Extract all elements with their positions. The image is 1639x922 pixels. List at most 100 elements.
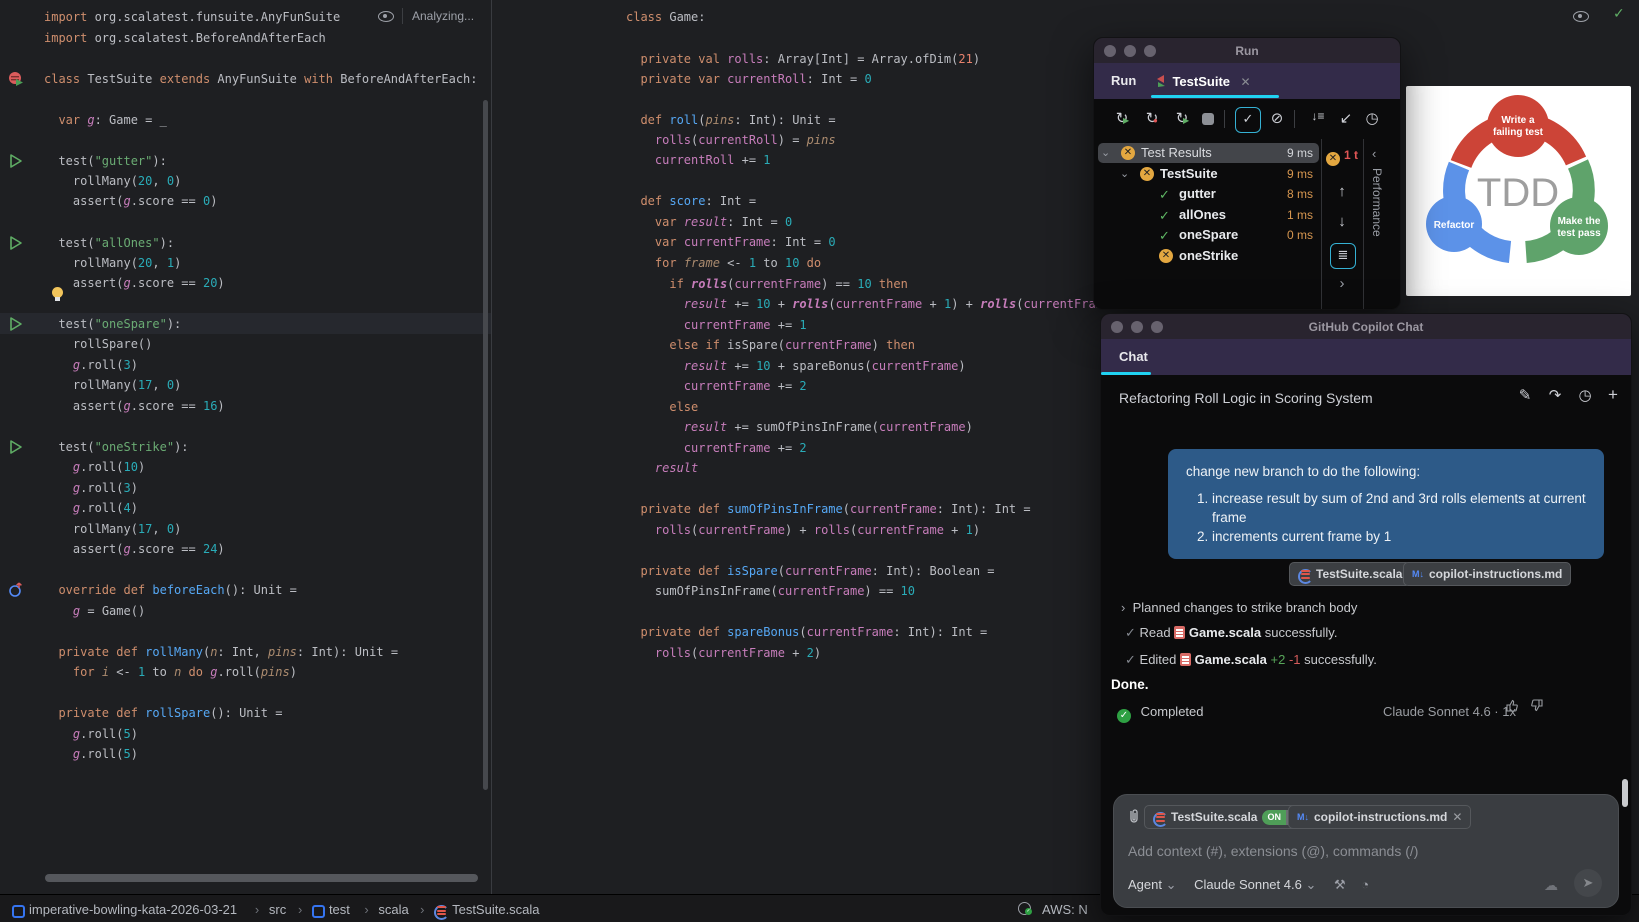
module-icon — [311, 905, 325, 918]
tab-chat[interactable]: Chat — [1119, 349, 1148, 364]
collapse-chevron-icon[interactable]: ⌄ — [1101, 146, 1110, 159]
close-tab-icon[interactable]: ✕ — [1240, 75, 1250, 89]
test-tree-row-test-results[interactable]: ⌄ ✕ Test Results 9 ms — [1094, 143, 1321, 165]
scala-file-red-icon — [1180, 653, 1191, 666]
performance-strip[interactable]: Performance — [1370, 168, 1384, 237]
breadcrumb-item-test[interactable]: test — [329, 902, 350, 917]
code-line: rolls(currentFrame) + rolls(currentFrame… — [654, 523, 981, 537]
new-chat-plus-icon[interactable]: + — [1601, 385, 1625, 405]
thumbs-down-icon[interactable] — [1525, 698, 1549, 716]
intention-bulb-icon[interactable] — [52, 287, 63, 301]
run-class-icon[interactable] — [8, 71, 24, 87]
collapse-strip-icon[interactable]: ‹ — [1372, 146, 1376, 161]
breadcrumb-item-scala[interactable]: scala — [378, 902, 408, 917]
reader-mode-eye-icon[interactable] — [1573, 11, 1589, 22]
override-method-icon[interactable] — [8, 582, 24, 598]
chevron-down-icon: ⌄ — [1165, 877, 1177, 892]
context-chip-copilot-instructions.md[interactable]: M↓ copilot-instructions.md — [1403, 562, 1572, 586]
show-passed-toggle-icon[interactable]: ✓ — [1235, 107, 1261, 133]
chat-scrollbar[interactable] — [1622, 779, 1628, 807]
vertical-scrollbar[interactable] — [483, 100, 488, 790]
inspections-ok-icon[interactable]: ✓ — [1613, 5, 1625, 22]
chat-input-panel[interactable]: TestSuite.scala ON M↓ copilot-instructions.… — [1113, 794, 1619, 908]
agent-step-edited[interactable]: ✓ Edited Game.scala +2 -1 successfully. — [1125, 651, 1377, 668]
send-button[interactable]: ➤ — [1574, 869, 1602, 897]
test-name: allOnes — [1179, 206, 1226, 222]
chat-input[interactable]: Add context (#), extensions (@), command… — [1128, 843, 1418, 859]
test-duration: 9 ms — [1286, 166, 1313, 181]
code-line: currentFrame += 1 — [683, 318, 807, 332]
code-line: assert(g.score == 16) — [44, 399, 225, 413]
scala-file-icon — [434, 904, 450, 920]
tools-icon[interactable]: ⚒ — [1334, 877, 1346, 892]
context-chip-TestSuite.scala[interactable]: TestSuite.scala ON — [1144, 805, 1307, 829]
code-line: private def rollMany(n: Int, pins: Int):… — [58, 645, 399, 659]
code-line: result += sumOfPinsInFrame(currentFrame) — [683, 420, 973, 434]
test-tree-row-onespare[interactable]: ✓ oneSpare 0 ms — [1094, 227, 1321, 247]
test-tree-row-allones[interactable]: ✓ allOnes 1 ms — [1094, 207, 1321, 227]
tdd-diagram-image: Write a failing test Make the test pass … — [1406, 86, 1631, 296]
chip-close-icon[interactable]: ✕ — [1452, 810, 1462, 824]
quill-edit-icon[interactable]: ✎ — [1513, 386, 1537, 404]
test-tree-row-gutter[interactable]: ✓ gutter 8 ms — [1094, 186, 1321, 206]
run-test-icon[interactable] — [8, 316, 24, 332]
toggle-auto-test-icon[interactable]: ↻ ▶ — [1170, 109, 1194, 127]
next-failed-icon[interactable]: ↓ — [1330, 213, 1354, 230]
analysis-status: Analyzing... — [412, 9, 475, 23]
run-test-icon[interactable] — [8, 153, 24, 169]
test-name: oneStrike — [1179, 248, 1239, 263]
code-line: test("oneStrike"): — [44, 440, 189, 454]
chat-window-titlebar[interactable]: GitHub Copilot Chat — [1101, 314, 1631, 339]
horizontal-scrollbar[interactable] — [45, 874, 478, 882]
sort-tests-icon[interactable]: ↓≡ — [1306, 109, 1330, 123]
share-redo-icon[interactable]: ↷ — [1543, 386, 1567, 404]
breadcrumb-item-imperative-bowling-kata-2026-03-21[interactable]: imperative-bowling-kata-2026-03-21 — [29, 902, 237, 917]
collapse-chevron-icon[interactable]: ⌄ — [1120, 167, 1129, 180]
rerun-failed-icon[interactable]: ↻ ● — [1140, 109, 1164, 127]
code-line: sumOfPinsInFrame(currentFrame) == 10 — [626, 584, 915, 598]
import-test-results-icon[interactable]: ↙ — [1334, 109, 1358, 127]
agent-step-read[interactable]: ✓ Read Game.scala successfully. — [1125, 624, 1337, 641]
context-chip-copilot-instructions.md[interactable]: M↓ copilot-instructions.md ✕ — [1288, 805, 1472, 829]
tab-testsuite[interactable]: TestSuite ✕ — [1154, 73, 1251, 91]
test-history-clock-icon[interactable]: ◷ — [1360, 109, 1384, 127]
code-line: for frame <- 1 to 10 do — [654, 256, 822, 270]
tdd-center-label: TDD — [1477, 171, 1559, 215]
aws-status[interactable]: AWS: N — [1042, 902, 1088, 917]
test-tree-row-testsuite[interactable]: ⌄ ✕ TestSuite 9 ms — [1094, 166, 1321, 186]
cloud-sync-icon[interactable]: ☁ — [1544, 877, 1558, 894]
breadcrumb-item-src[interactable]: src — [269, 902, 286, 917]
code-line: rolls(currentFrame + 2) — [654, 646, 822, 660]
toolwindow-label[interactable]: Run — [1111, 73, 1136, 88]
test-name: Test Results — [1141, 145, 1212, 160]
model-selector[interactable]: Claude Sonnet 4.6 — [1194, 877, 1302, 892]
breadcrumb-item-TestSuite.scala[interactable]: TestSuite.scala — [452, 902, 539, 917]
scala-file-icon — [1153, 811, 1168, 827]
chevron-right-icon: › — [1121, 600, 1126, 615]
run-window-titlebar[interactable]: Run — [1094, 38, 1400, 63]
run-test-icon[interactable] — [8, 439, 24, 455]
usage-meter-icon[interactable]: ◔ — [1361, 877, 1369, 892]
context-chip-TestSuite.scala[interactable]: TestSuite.scala — [1289, 562, 1412, 586]
expand-chevron-icon[interactable]: › — [1330, 275, 1354, 292]
code-line: var g: Game = _ — [58, 113, 167, 127]
code-line: assert(g.score == 0) — [44, 194, 218, 208]
stop-icon[interactable] — [1202, 113, 1214, 125]
planned-changes-row[interactable]: › Planned changes to strike branch body — [1121, 600, 1357, 615]
history-clock-icon[interactable]: ◷ — [1573, 386, 1597, 404]
aws-credentials-icon[interactable]: ✓ — [1018, 902, 1032, 920]
attach-paperclip-icon[interactable] — [1126, 807, 1142, 830]
svg-text:test pass: test pass — [1557, 228, 1601, 239]
rerun-icon[interactable]: ↻ ▶ — [1110, 109, 1134, 127]
thumbs-up-icon[interactable] — [1499, 698, 1523, 716]
reader-mode-eye-icon[interactable] — [378, 11, 394, 22]
test-tree-row-onestrike[interactable]: ✕ oneStrike — [1094, 248, 1321, 268]
ignore-tests-icon[interactable]: ⊘ — [1265, 109, 1289, 127]
mode-selector[interactable]: Agent ⌄ Claude Sonnet 4.6 ⌄ ⚒ ◔ — [1128, 877, 1369, 893]
svg-text:failing test: failing test — [1493, 127, 1544, 138]
previous-failed-icon[interactable]: ↑ — [1330, 183, 1354, 200]
filter-options-icon[interactable]: ≣ — [1330, 243, 1356, 269]
editor-testsuite[interactable]: import org.scalatest.funsuite.AnyFunSuit… — [0, 0, 492, 894]
test-duration: 0 ms — [1286, 228, 1313, 243]
run-test-icon[interactable] — [8, 235, 24, 251]
